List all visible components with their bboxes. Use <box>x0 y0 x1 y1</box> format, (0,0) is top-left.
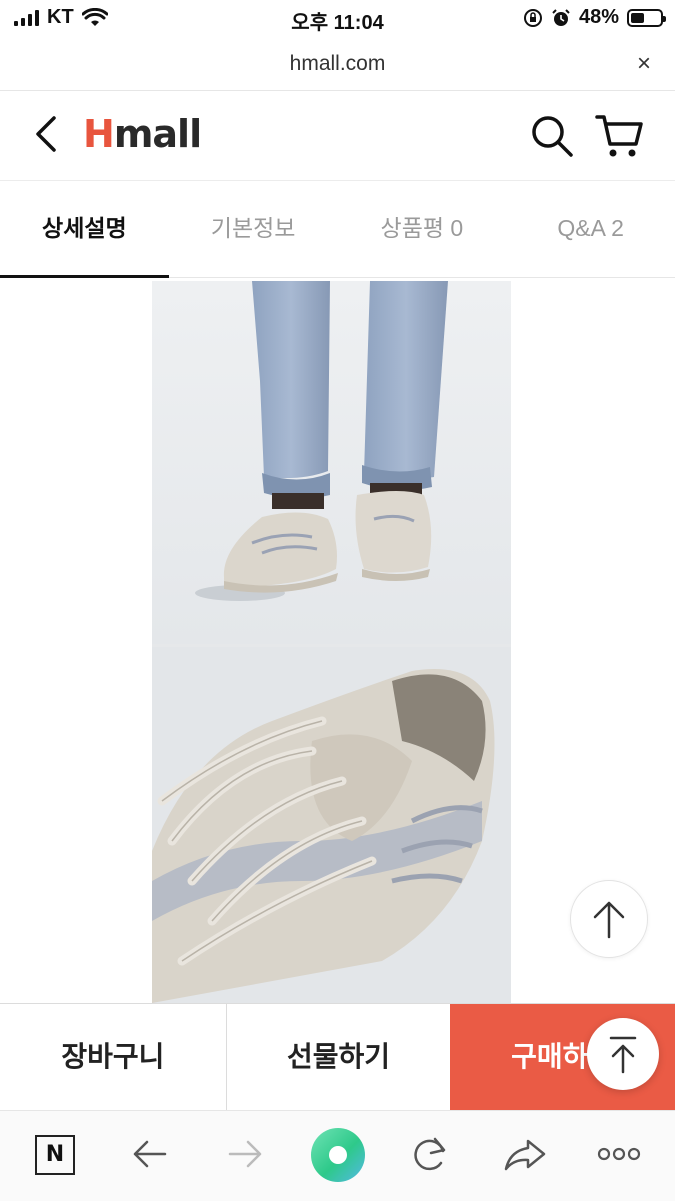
product-image <box>152 281 511 1003</box>
tab-qna[interactable]: Q&A 2 <box>506 181 675 277</box>
floating-scroll-top-icon[interactable] <box>587 1018 659 1090</box>
tab-basic-info[interactable]: 기본정보 <box>169 181 338 277</box>
browser-toolbar: N <box>0 1110 675 1201</box>
battery-percent: 48% <box>578 6 619 28</box>
site-header: Hmall <box>0 90 675 181</box>
url-text[interactable]: hmall.com <box>0 52 675 76</box>
alarm-icon <box>552 8 570 26</box>
search-icon[interactable] <box>530 114 574 158</box>
hmall-logo[interactable]: Hmall <box>83 112 202 156</box>
tab-reviews[interactable]: 상품평 0 <box>338 181 507 277</box>
add-to-cart-button[interactable]: 장바구니 <box>0 1004 227 1111</box>
logo-h: H <box>83 112 115 156</box>
cart-icon[interactable] <box>594 112 644 160</box>
gift-button[interactable]: 선물하기 <box>226 1004 451 1111</box>
tab-detail[interactable]: 상세설명 <box>0 181 169 278</box>
status-bar: KT 오후 11:04 48% <box>0 0 675 38</box>
logo-mall: mall <box>113 112 202 156</box>
scroll-top-icon[interactable] <box>570 880 648 958</box>
status-right: 48% <box>523 6 666 29</box>
purchase-action-bar: 장바구니 선물하기 구매하기 <box>0 1003 675 1111</box>
green-dot-icon[interactable] <box>311 1128 365 1182</box>
forward-icon[interactable] <box>220 1129 270 1179</box>
browser-url-bar: hmall.com × <box>0 38 675 91</box>
naver-n-icon[interactable]: N <box>35 1135 75 1175</box>
reload-icon[interactable] <box>405 1129 455 1179</box>
close-icon[interactable]: × <box>637 50 651 78</box>
orientation-lock-icon <box>523 8 542 27</box>
detail-tabs: 상세설명 기본정보 상품평 0 Q&A 2 <box>0 181 675 278</box>
share-icon[interactable] <box>500 1129 550 1179</box>
back-arrow-icon[interactable] <box>28 114 64 154</box>
battery-icon <box>627 8 666 27</box>
back-icon[interactable] <box>125 1129 175 1179</box>
more-icon[interactable] <box>594 1129 644 1179</box>
